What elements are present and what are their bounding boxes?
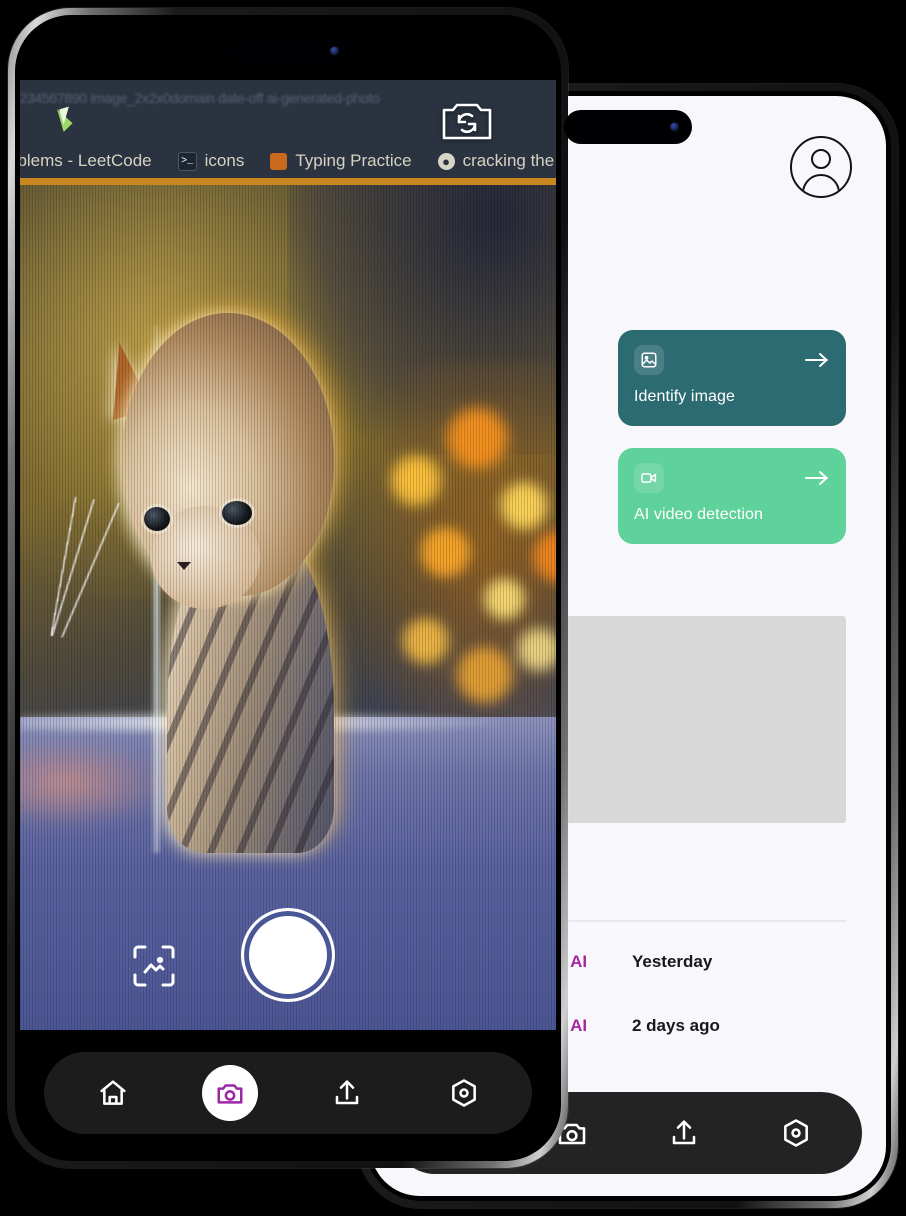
card-top-row (634, 345, 830, 375)
kitten-eye-right (221, 501, 252, 526)
terminal-icon: >_ (177, 151, 197, 171)
camera-viewfinder: 1234567890 image_2x2x0domain date-off ai… (20, 80, 556, 1030)
bookmark-label: Typing Practice (295, 151, 412, 170)
bookmark-label: icons (204, 151, 245, 170)
bookmark-item[interactable]: >_ icons (177, 151, 245, 171)
github-icon: ● (437, 152, 455, 170)
kitten-subject (48, 210, 412, 853)
bottom-navigation-bar (44, 1052, 532, 1134)
foreground-phone-screen: 1234567890 image_2x2x0domain date-off ai… (20, 20, 556, 1156)
bookmark-item[interactable]: oblems - LeetCode (20, 151, 152, 171)
foreground-phone-device: 1234567890 image_2x2x0domain date-off ai… (8, 8, 568, 1168)
nav-settings-button[interactable] (768, 1105, 824, 1161)
arrow-right-icon (804, 468, 830, 488)
scan-image-icon[interactable] (130, 942, 178, 990)
avatar-body-icon (802, 174, 840, 196)
card-top-row (634, 463, 830, 493)
amber-band (20, 178, 556, 185)
identify-image-card[interactable]: Identify image (618, 330, 846, 426)
nav-camera-button[interactable] (201, 1065, 258, 1121)
camera-flip-icon[interactable] (440, 96, 494, 142)
dynamic-island (564, 110, 692, 144)
arrow-right-icon (804, 350, 830, 370)
shutter-button[interactable] (241, 908, 335, 1002)
front-camera-lens-icon (330, 46, 339, 56)
activity-time: 2 days ago (632, 1016, 720, 1035)
avatar-head-icon (811, 149, 831, 169)
avatar[interactable] (790, 136, 852, 198)
video-camera-icon (634, 463, 664, 493)
camera-screen: 1234567890 image_2x2x0domain date-off ai… (20, 20, 556, 1156)
identify-image-label: Identify image (634, 388, 736, 405)
bookmark-label: cracking the co (462, 151, 556, 170)
nav-upload-button[interactable] (656, 1105, 712, 1161)
ai-video-detection-label: AI video detection (634, 506, 763, 523)
kitten-photo (20, 185, 556, 1030)
bookmark-label: oblems - LeetCode (20, 151, 152, 170)
kitten-whiskers (48, 495, 221, 658)
nav-home-button[interactable] (85, 1065, 141, 1121)
dynamic-island (224, 34, 352, 68)
nav-settings-button[interactable] (436, 1065, 492, 1121)
bookmarks-bar: oblems - LeetCode >_ icons Typing Practi… (20, 142, 556, 180)
ai-video-detection-card[interactable]: AI video detection (618, 448, 846, 544)
nav-upload-button[interactable] (319, 1065, 375, 1121)
orange-icon (270, 152, 288, 170)
activity-time: Yesterday (632, 952, 713, 971)
bookmark-item[interactable]: ● cracking the co (437, 151, 556, 171)
front-camera-lens-icon (670, 122, 679, 132)
image-icon (634, 345, 664, 375)
bookmark-item[interactable]: Typing Practice (270, 151, 412, 171)
